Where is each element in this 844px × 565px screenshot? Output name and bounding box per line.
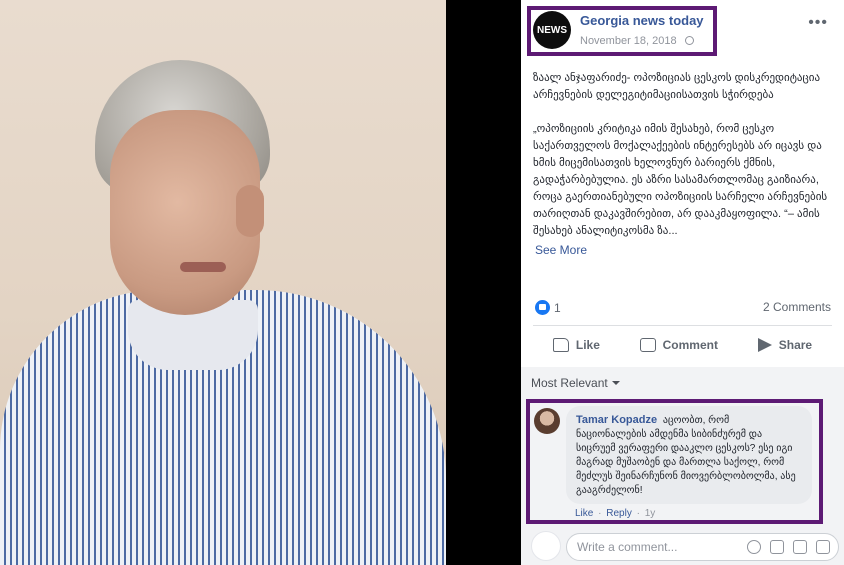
comment-button[interactable]: Comment: [639, 338, 718, 352]
comment-input-placeholder: Write a comment...: [577, 540, 678, 554]
like-label: Like: [575, 338, 600, 352]
more-options-icon[interactable]: •••: [808, 14, 828, 32]
chevron-down-icon: [611, 381, 620, 385]
post-photo[interactable]: [0, 0, 446, 565]
comment-input[interactable]: Write a comment...: [566, 533, 839, 561]
post-paragraph: „ოპოზიციის კრიტიკა იმის შესახებ, რომ ცეს…: [533, 123, 828, 237]
comment-sort-label: Most Relevant: [531, 376, 608, 390]
emoji-icon[interactable]: [747, 540, 761, 554]
comment-highlight-box: [526, 399, 823, 524]
comment-label: Comment: [662, 338, 718, 352]
camera-icon[interactable]: [770, 540, 784, 554]
action-bar: Like Comment Share: [533, 330, 832, 360]
divider: [533, 325, 832, 326]
photo-ear: [236, 185, 264, 237]
comment-sort-dropdown[interactable]: Most Relevant: [531, 376, 620, 390]
share-button[interactable]: Share: [757, 338, 813, 352]
share-label: Share: [778, 338, 813, 352]
like-reaction-icon[interactable]: [535, 300, 550, 315]
composer-icons: [747, 540, 830, 554]
post-body: ზაალ ანჯაფარიძე- ოპოზიციას ცესკოს დისკრე…: [533, 70, 833, 257]
thumbs-up-icon: [552, 338, 569, 352]
reactions-bar: 1 2 Comments: [535, 300, 831, 316]
viewer-avatar: [531, 531, 561, 561]
post-headline: ზაალ ანჯაფარიძე- ოპოზიციას ცესკოს დისკრე…: [533, 72, 821, 101]
like-button[interactable]: Like: [552, 338, 600, 352]
gif-icon[interactable]: [793, 540, 807, 554]
reaction-count[interactable]: 1: [554, 301, 561, 315]
header-highlight-box: [527, 6, 717, 56]
sticker-icon[interactable]: [816, 540, 830, 554]
see-more-link[interactable]: See More: [535, 243, 587, 257]
comment-icon: [639, 338, 656, 352]
photo-mouth: [180, 262, 226, 272]
post-panel: NEWS Georgia news today November 18, 201…: [521, 0, 844, 565]
share-icon: [757, 338, 772, 352]
comment-count-link[interactable]: 2 Comments: [763, 300, 831, 314]
